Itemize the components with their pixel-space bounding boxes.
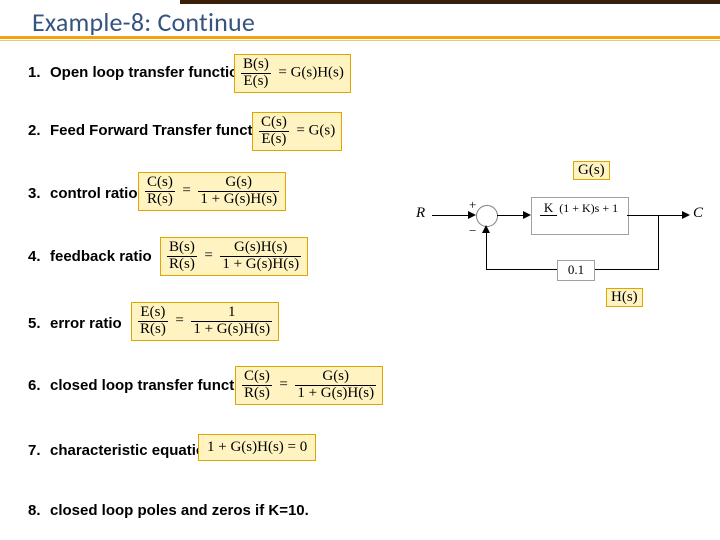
arrow-icon: [523, 211, 531, 219]
item-1: 1.Open loop transfer function: [28, 64, 248, 81]
formula-feed-forward: C(s)E(s) = G(s): [252, 112, 342, 151]
formula-characteristic-eq: 1 + G(s)H(s) = 0: [198, 434, 316, 461]
item-2: 2.Feed Forward Transfer functi: [28, 122, 257, 139]
item-6: 6.closed loop transfer function: [28, 377, 257, 394]
arrow-icon: [682, 211, 690, 219]
formula-closed-loop: C(s)R(s) = G(s)1 + G(s)H(s): [235, 366, 383, 405]
diagram-label-G: G(s): [573, 161, 610, 180]
title-underline-thin: [0, 40, 720, 41]
item-3: 3.control ratio: [28, 185, 138, 202]
title-underline: [0, 36, 720, 39]
diagram-R: R: [416, 205, 425, 222]
diagram-C: C: [693, 205, 703, 222]
formula-control-ratio: C(s)R(s) = G(s)1 + G(s)H(s): [138, 172, 286, 211]
block-G: K(1 + K)s + 1: [531, 197, 629, 235]
item-8: 8.closed loop poles and zeros if K=10.: [28, 502, 309, 519]
block-diagram: G(s) H(s) R + − K(1 + K)s + 1 C 0.1: [420, 175, 700, 307]
formula-open-loop: B(s)E(s) = G(s)H(s): [234, 54, 351, 93]
diagram-label-H: H(s): [606, 288, 643, 307]
arrow-icon: [482, 225, 490, 233]
formula-error-ratio: E(s)R(s) = 11 + G(s)H(s): [131, 302, 279, 341]
item-4: 4.feedback ratio: [28, 248, 152, 265]
item-7: 7.characteristic equatio: [28, 442, 205, 459]
summing-junction: [476, 205, 498, 227]
block-H: 0.1: [557, 260, 595, 281]
item-5: 5.error ratio: [28, 315, 122, 332]
formula-feedback-ratio: B(s)R(s) = G(s)H(s)1 + G(s)H(s): [160, 237, 308, 276]
slide-top-decoration: [180, 0, 720, 4]
slide-title: Example-8: Continue: [32, 6, 255, 38]
